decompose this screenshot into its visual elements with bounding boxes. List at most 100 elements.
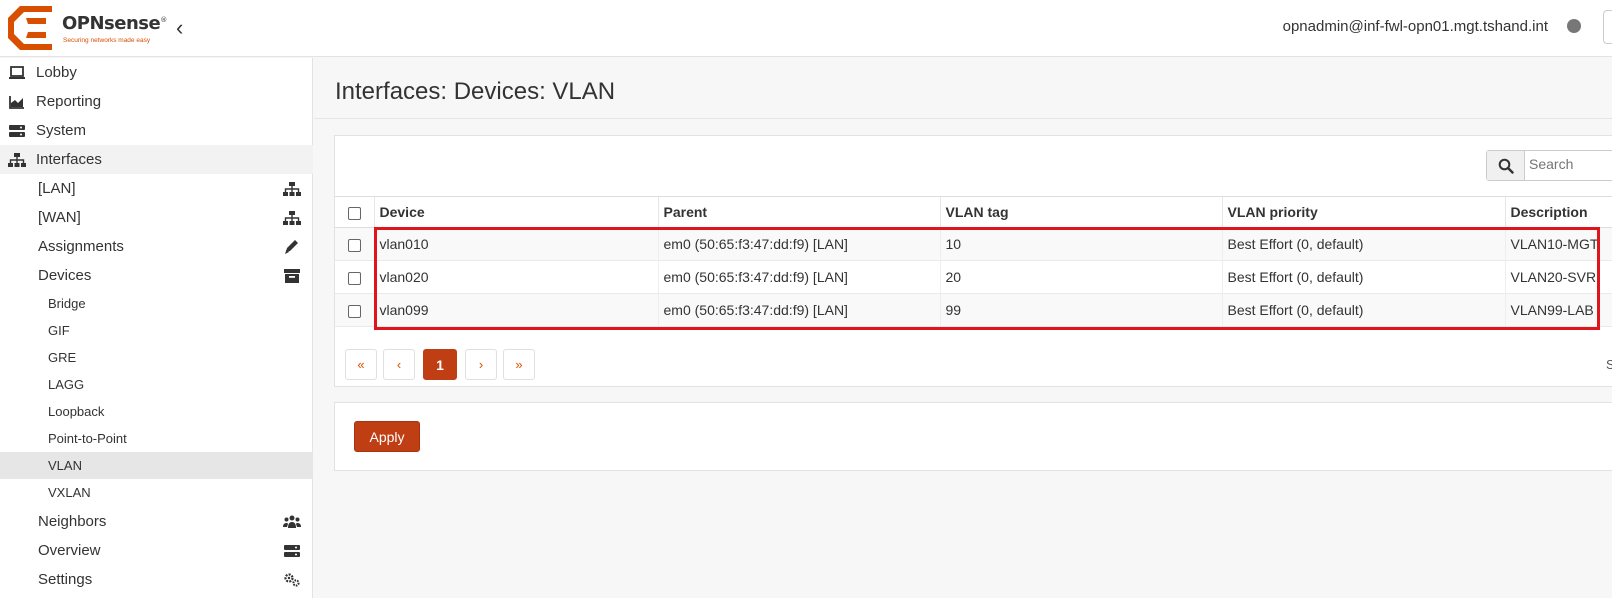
page-prev-button[interactable]: ‹ (383, 349, 415, 380)
area-chart-icon (9, 96, 24, 109)
row-select-cell (335, 293, 374, 327)
cell-description: VLAN20-SVR (1504, 260, 1612, 294)
search-button[interactable] (1487, 151, 1525, 180)
sidebar-item-label: Settings (38, 571, 93, 588)
table-header-row: Device Parent VLAN tag VLAN priority Des… (335, 196, 1612, 228)
cell-vlan-priority: Best Effort (0, default) (1221, 227, 1505, 261)
user-name[interactable]: opnadmin@inf-fwl-opn01.mgt.tshand.int (1283, 18, 1548, 35)
server-icon (9, 125, 25, 137)
vlan-table: Device Parent VLAN tag VLAN priority Des… (335, 196, 1612, 327)
page-current-button[interactable]: 1 (423, 349, 457, 380)
sidebar-item-overview[interactable]: Overview (0, 536, 313, 565)
cell-parent: em0 (50:65:f3:47:dd:f9) [LAN] (657, 293, 940, 327)
sidebar-item-label: Bridge (48, 296, 86, 311)
sitemap-icon (8, 153, 26, 167)
column-header-device[interactable]: Device (373, 196, 658, 228)
logo-name: OPNsense (62, 13, 161, 34)
cell-vlan-tag: 99 (939, 293, 1222, 327)
sidebar-item-vlan[interactable]: VLAN (0, 452, 313, 479)
column-header-description[interactable]: Description (1504, 196, 1612, 228)
sidebar-item-label: VLAN (48, 458, 82, 473)
select-all-cell (335, 196, 374, 228)
sidebar-item-label: Loopback (48, 404, 105, 419)
sidebar-item-label: Point-to-Point (48, 431, 127, 446)
cell-vlan-tag: 20 (939, 260, 1222, 294)
table-row[interactable]: vlan099 em0 (50:65:f3:47:dd:f9) [LAN] 99… (335, 293, 1612, 327)
sidebar-item-label: GIF (48, 323, 70, 338)
sidebar-item-system[interactable]: System (0, 116, 313, 145)
sidebar-item-assignments[interactable]: Assignments (0, 232, 313, 261)
sidebar-item-point-to-point[interactable]: Point-to-Point (0, 425, 313, 452)
sidebar-item-vxlan[interactable]: VXLAN (0, 479, 313, 506)
search-icon (1498, 158, 1514, 174)
sidebar-item-loopback[interactable]: Loopback (0, 398, 313, 425)
divider (314, 118, 1612, 119)
sidebar-item-label: [WAN] (38, 209, 81, 226)
cell-parent: em0 (50:65:f3:47:dd:f9) [LAN] (657, 227, 940, 261)
sidebar-item-interfaces[interactable]: Interfaces (0, 145, 313, 174)
sidebar-item-label: LAGG (48, 377, 85, 392)
status-dot-icon[interactable] (1567, 19, 1581, 33)
page-first-button[interactable]: « (345, 349, 377, 380)
sidebar-item-bridge[interactable]: Bridge (0, 290, 313, 317)
page-next-button[interactable]: › (465, 349, 497, 380)
sidebar-item-settings[interactable]: Settings (0, 565, 313, 594)
pagination: « ‹ 1 › » (345, 349, 541, 380)
top-right-button[interactable] (1603, 10, 1612, 44)
sidebar-item-reporting[interactable]: Reporting (0, 87, 313, 116)
page-title: Interfaces: Devices: VLAN (335, 78, 616, 105)
cell-device: vlan099 (373, 293, 658, 327)
sidebar-item-neighbors[interactable]: Neighbors (0, 507, 313, 536)
cell-description: VLAN99-LAB (1504, 293, 1612, 327)
sidebar-item-label: Reporting (36, 93, 102, 110)
cell-vlan-priority: Best Effort (0, default) (1221, 260, 1505, 294)
sidebar-item-lobby[interactable]: Lobby (0, 58, 313, 87)
cogs-icon (284, 573, 300, 587)
sidebar-item-label: Neighbors (38, 513, 107, 530)
sidebar-item-label: Assignments (38, 238, 124, 255)
cell-device: vlan020 (373, 260, 658, 294)
logo-tagline: Securing networks made easy (63, 37, 151, 44)
opnsense-logo-icon[interactable] (6, 4, 54, 52)
apply-button[interactable]: Apply (354, 421, 420, 452)
sidebar-item-lagg[interactable]: LAGG (0, 371, 313, 398)
column-header-vlan-tag[interactable]: VLAN tag (939, 196, 1222, 228)
pencil-icon (285, 240, 298, 254)
sidebar-item-devices[interactable]: Devices (0, 261, 313, 290)
sidebar-item-gre[interactable]: GRE (0, 344, 313, 371)
pager-info-text: S (1606, 357, 1612, 372)
sidebar-item-label: Overview (38, 542, 101, 559)
column-header-vlan-priority[interactable]: VLAN priority (1221, 196, 1505, 228)
table-row[interactable]: vlan020 em0 (50:65:f3:47:dd:f9) [LAN] 20… (335, 260, 1612, 294)
chevron-left-icon[interactable]: ‹ (176, 17, 183, 39)
row-select-cell (335, 260, 374, 294)
search-group (1486, 150, 1612, 181)
server-icon (284, 545, 300, 557)
logo-text: OPNsense® (62, 13, 167, 34)
sitemap-icon (283, 182, 301, 196)
sidebar-item-label: GRE (48, 350, 77, 365)
sidebar-item-lan[interactable]: [LAN] (0, 174, 313, 203)
sidebar-item-label: System (36, 122, 87, 139)
search-input[interactable] (1529, 156, 1612, 172)
page-last-button[interactable]: » (503, 349, 535, 380)
table-row[interactable]: vlan010 em0 (50:65:f3:47:dd:f9) [LAN] 10… (335, 227, 1612, 261)
row-checkbox[interactable] (347, 304, 361, 318)
users-icon (283, 515, 301, 528)
archive-icon (284, 269, 300, 283)
row-checkbox[interactable] (347, 238, 361, 252)
apply-panel (334, 402, 1612, 471)
laptop-icon (9, 66, 25, 79)
sidebar-item-label: [LAN] (38, 180, 76, 197)
sitemap-icon (283, 211, 301, 225)
sidebar-item-gif[interactable]: GIF (0, 317, 313, 344)
cell-vlan-priority: Best Effort (0, default) (1221, 293, 1505, 327)
cell-parent: em0 (50:65:f3:47:dd:f9) [LAN] (657, 260, 940, 294)
sidebar-item-wan[interactable]: [WAN] (0, 203, 313, 232)
select-all-checkbox[interactable] (347, 206, 361, 220)
row-checkbox[interactable] (347, 271, 361, 285)
sidebar-item-label: Devices (38, 267, 92, 284)
row-select-cell (335, 227, 374, 261)
column-header-parent[interactable]: Parent (657, 196, 940, 228)
sidebar-item-label: Lobby (36, 64, 77, 81)
